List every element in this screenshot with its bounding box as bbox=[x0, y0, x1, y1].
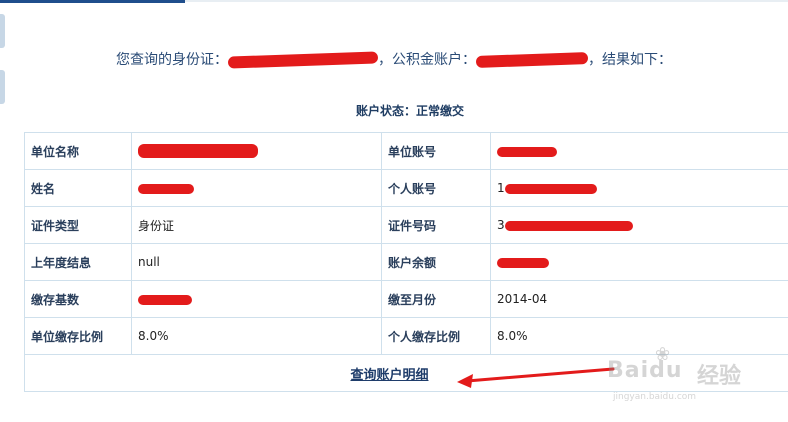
label-company-account: 单位账号 bbox=[381, 132, 491, 170]
watermark-url: jingyan.baidu.com bbox=[613, 392, 697, 402]
label-name: 姓名 bbox=[24, 169, 132, 207]
label-company-name: 单位名称 bbox=[24, 132, 132, 170]
personal-account-visible: 1 bbox=[497, 181, 505, 195]
label-paid-until: 缴至月份 bbox=[381, 280, 491, 318]
value-company-account bbox=[490, 132, 788, 170]
active-tab-indicator[interactable] bbox=[0, 0, 185, 3]
redaction-mark bbox=[504, 183, 597, 194]
value-company-name bbox=[131, 132, 382, 170]
label-account-balance: 账户余额 bbox=[381, 243, 491, 281]
annotation-arrow-icon bbox=[457, 367, 615, 388]
redacted-id-number bbox=[227, 51, 379, 69]
side-tab-1[interactable] bbox=[0, 14, 5, 48]
redaction-mark bbox=[504, 220, 633, 231]
value-name bbox=[131, 169, 382, 207]
table-row: 姓名 个人账号 1 bbox=[24, 169, 788, 207]
watermark-suffix: 经验 bbox=[697, 364, 742, 389]
value-id-type: 身份证 bbox=[131, 206, 382, 244]
label-company-rate: 单位缴存比例 bbox=[24, 317, 132, 355]
value-deposit-base bbox=[131, 280, 382, 318]
redaction-mark bbox=[138, 294, 192, 305]
heading-prefix: 您查询的身份证： bbox=[116, 52, 228, 68]
redaction-mark bbox=[138, 144, 258, 159]
value-personal-account: 1 bbox=[490, 169, 788, 207]
heading-middle: ，公积金账户： bbox=[378, 52, 476, 68]
value-paid-until: 2014-04 bbox=[490, 280, 788, 318]
label-deposit-base: 缴存基数 bbox=[24, 280, 132, 318]
side-tab-2[interactable] bbox=[0, 70, 5, 104]
value-last-year-interest: null bbox=[131, 243, 382, 281]
query-account-detail-link[interactable]: 查询账户明细 bbox=[350, 368, 428, 383]
value-account-balance bbox=[490, 243, 788, 281]
redaction-mark bbox=[138, 183, 194, 194]
table-row: 上年度结息 null 账户余额 bbox=[24, 243, 788, 281]
value-company-rate: 8.0% bbox=[131, 317, 382, 355]
redaction-mark bbox=[497, 257, 549, 268]
table-row: 单位名称 单位账号 bbox=[24, 132, 788, 170]
redacted-account-number bbox=[475, 52, 589, 68]
label-personal-account: 个人账号 bbox=[381, 169, 491, 207]
label-personal-rate: 个人缴存比例 bbox=[381, 317, 491, 355]
baidu-jingyan-watermark: ❀ Baidu 经验 jingyan.baidu.com bbox=[607, 344, 787, 414]
account-status: 账户状态：正常缴交 bbox=[355, 104, 464, 118]
id-number-visible: 3 bbox=[497, 218, 505, 232]
query-result-heading: 您查询的身份证： ，公积金账户： ，结果如下： bbox=[0, 49, 788, 69]
table-row: 缴存基数 缴至月份 2014-04 bbox=[24, 280, 788, 318]
table-row: 证件类型 身份证 证件号码 3 bbox=[24, 206, 788, 244]
watermark-brand: Baidu bbox=[607, 358, 683, 383]
label-last-year-interest: 上年度结息 bbox=[24, 243, 132, 281]
label-id-type: 证件类型 bbox=[24, 206, 132, 244]
heading-suffix: ，结果如下： bbox=[588, 52, 672, 68]
redaction-mark bbox=[497, 146, 557, 157]
label-id-number: 证件号码 bbox=[381, 206, 491, 244]
value-id-number: 3 bbox=[490, 206, 788, 244]
